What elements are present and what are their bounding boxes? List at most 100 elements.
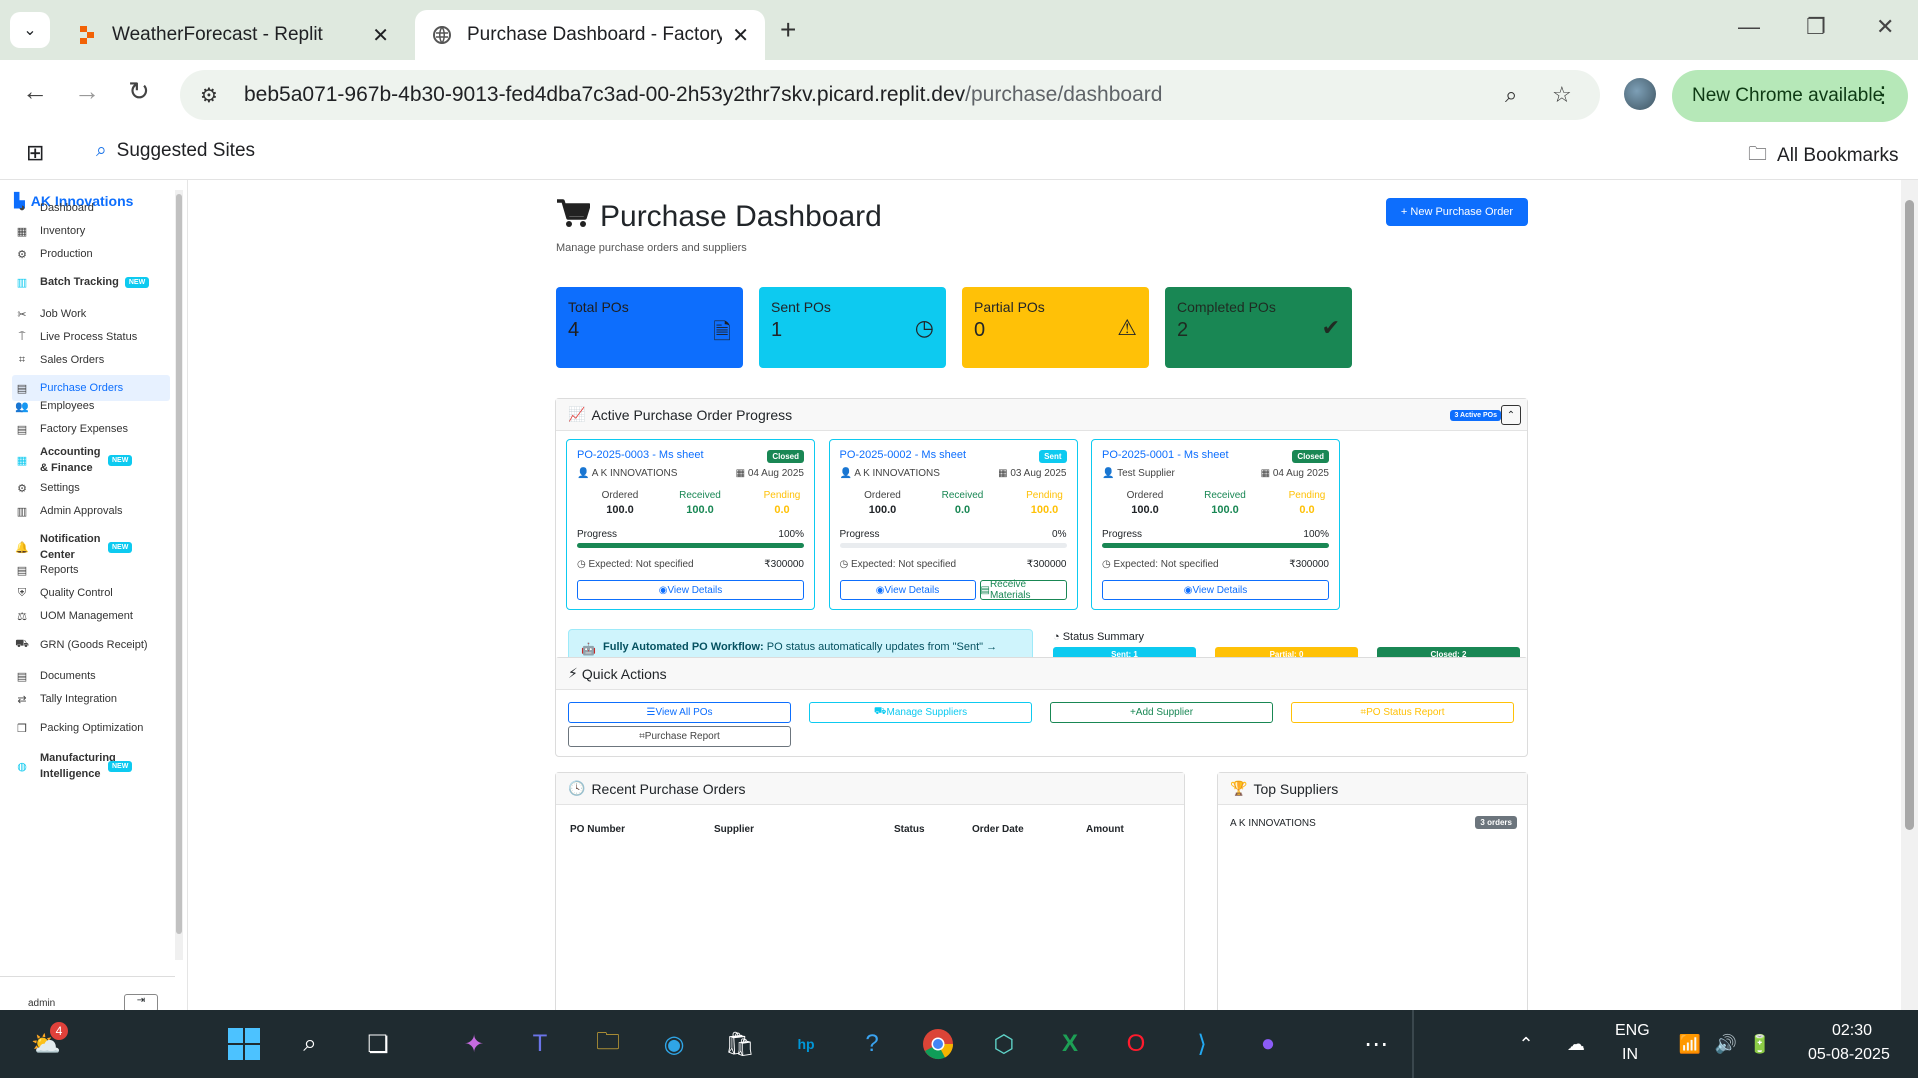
sidebar-item-dashboard[interactable]: ◕ Dashboard xyxy=(12,200,170,216)
sidebar-item-batch-tracking[interactable]: ▥ Batch Tracking NEW xyxy=(12,274,170,290)
sidebar-item-job-work[interactable]: ✂ Job Work xyxy=(12,306,170,322)
excel-icon[interactable]: X xyxy=(1050,1024,1090,1064)
teams-icon[interactable]: T xyxy=(520,1024,560,1064)
po-ordered-column: Ordered 100.0 xyxy=(585,490,655,516)
close-tab-icon[interactable]: ✕ xyxy=(732,23,749,48)
sidebar-item-live-process-status[interactable]: ⍑ Live Process Status xyxy=(12,329,170,345)
sidebar-item-reports[interactable]: ▤ Reports xyxy=(12,562,170,578)
collapse-button[interactable]: ⌃ xyxy=(1501,405,1521,425)
more-apps-icon[interactable]: ⋯ xyxy=(1356,1024,1396,1064)
reload-icon[interactable]: ↻ xyxy=(128,76,150,107)
table-header-order-date[interactable]: Order Date xyxy=(972,824,1024,835)
sidebar-scroll-thumb[interactable] xyxy=(176,194,182,934)
all-bookmarks-button[interactable]: 🗀 All Bookmarks xyxy=(1748,140,1898,172)
chrome-icon[interactable] xyxy=(918,1024,958,1064)
sidebar-item-label: Manufacturing Intelligence xyxy=(40,752,116,780)
sidebar-item-employees[interactable]: 👥 Employees xyxy=(12,398,170,414)
quick-action-purchase-report[interactable]: ⌗ Purchase Report xyxy=(568,726,791,747)
sidebar-item-sales-orders[interactable]: ⌗ Sales Orders xyxy=(12,352,170,368)
page-scroll-thumb[interactable] xyxy=(1905,200,1914,830)
stat-card-total-pos: Total POs 4 🗎 xyxy=(556,287,743,368)
new-tab-button[interactable]: + xyxy=(780,14,796,46)
table-header-po-number[interactable]: PO Number xyxy=(570,824,625,835)
restore-icon[interactable]: ❐ xyxy=(1806,14,1826,40)
bookmark-suggested-sites[interactable]: ⌕ Suggested Sites xyxy=(96,140,255,162)
sidebar-item-notification-center[interactable]: 🔔 Notification Center NEW xyxy=(12,531,170,563)
show-hidden-icons-icon[interactable]: ⌃ xyxy=(1506,1024,1546,1064)
start-icon[interactable] xyxy=(224,1024,264,1064)
quick-action-po-status-report[interactable]: ⌗ PO Status Report xyxy=(1291,702,1514,723)
receive-materials-button[interactable]: ▤ Receive Materials xyxy=(979,579,1067,601)
forward-icon[interactable]: → xyxy=(74,76,100,107)
site-info-icon[interactable]: ⚙ xyxy=(200,83,230,108)
po-title-link[interactable]: PO-2025-0002 - Ms sheet xyxy=(840,449,1067,461)
new-purchase-order-button[interactable]: + New Purchase Order xyxy=(1386,198,1528,226)
apps-grid-icon[interactable]: ⊞ xyxy=(26,140,44,166)
address-bar[interactable]: ⚙ beb5a071-967b-4b30-9013-fed4dba7c3ad-0… xyxy=(180,70,1600,120)
sidebar-item-inventory[interactable]: ▦ Inventory xyxy=(12,223,170,239)
sidebar-item-documents[interactable]: ▤ Documents xyxy=(12,668,170,684)
back-icon[interactable]: ← xyxy=(22,76,48,107)
view-details-button[interactable]: ◉ View Details xyxy=(839,580,976,600)
eye-icon: ◉ xyxy=(875,584,885,596)
panel-title: Recent Purchase Orders xyxy=(591,780,746,797)
sidebar-item-production[interactable]: ⚙ Production xyxy=(12,246,170,262)
sidebar-item-quality-control[interactable]: ⛨ Quality Control xyxy=(12,585,170,601)
task-view-icon[interactable]: ❏ xyxy=(358,1024,398,1064)
page-scrollbar[interactable] xyxy=(1901,180,1918,1010)
opera-icon[interactable]: O xyxy=(1116,1024,1156,1064)
bookmark-label: Suggested Sites xyxy=(116,140,256,161)
table-header-status[interactable]: Status xyxy=(894,824,925,835)
battery-icon[interactable]: 🔋 xyxy=(1740,1024,1780,1064)
store-icon[interactable]: 🛍 xyxy=(720,1024,760,1064)
close-window-icon[interactable]: ✕ xyxy=(1876,14,1894,40)
browser-tab-weatherforecast[interactable]: WeatherForecast - Replit ✕ xyxy=(60,10,405,60)
zoom-search-icon[interactable]: ⌕ xyxy=(1505,82,1517,108)
myhp-icon[interactable]: hp xyxy=(786,1024,826,1064)
sidebar-item-grn-goods-receipt[interactable]: ⛟ GRN (Goods Receipt) xyxy=(12,637,170,653)
clock-time[interactable]: 02:30 xyxy=(1832,1022,1872,1040)
search-icon[interactable]: ⌕ xyxy=(290,1024,330,1064)
help-icon[interactable]: ? xyxy=(852,1024,892,1064)
bookmark-star-icon[interactable]: ☆ xyxy=(1552,82,1572,108)
more-menu-icon[interactable]: ⋮ xyxy=(1872,82,1894,108)
table-header-amount[interactable]: Amount xyxy=(1086,824,1124,835)
sidebar-item-accounting-finance[interactable]: ▦ Accounting & Finance NEW xyxy=(12,444,170,476)
github-icon[interactable]: ● xyxy=(1248,1024,1288,1064)
receipt-icon: ▤ xyxy=(16,423,28,436)
view-details-button[interactable]: ◉ View Details xyxy=(1102,580,1329,600)
sidebar-item-manufacturing-intelligence[interactable]: ◍ Manufacturing Intelligence NEW xyxy=(12,750,170,782)
sidebar-item-tally-integration[interactable]: ⇄ Tally Integration xyxy=(12,691,170,707)
chrome-update-button[interactable]: New Chrome available ⋮ xyxy=(1672,70,1908,122)
sidebar-item-uom-management[interactable]: ⚖ UOM Management xyxy=(12,608,170,624)
logout-button[interactable]: ⇥ xyxy=(124,994,158,1010)
sidebar-item-packing-optimization[interactable]: ❒ Packing Optimization xyxy=(12,720,170,736)
close-tab-icon[interactable]: ✕ xyxy=(372,23,389,48)
sidebar-item-label: Live Process Status xyxy=(40,331,138,343)
view-details-button[interactable]: ◉ View Details xyxy=(577,580,804,600)
quick-action-manage-suppliers[interactable]: ⛟ Manage Suppliers xyxy=(809,702,1032,723)
quick-action-add-supplier[interactable]: + Add Supplier xyxy=(1050,702,1273,723)
sidebar-item-admin-approvals[interactable]: ▥ Admin Approvals xyxy=(12,503,170,519)
vscode-icon[interactable]: ⟩ xyxy=(1182,1024,1222,1064)
quick-action-view-all-pos[interactable]: ☰ View All POs xyxy=(568,702,791,723)
edge-icon[interactable]: ◉ xyxy=(654,1024,694,1064)
sidebar-item-settings[interactable]: ⚙ Settings xyxy=(12,480,170,496)
tab-search-button[interactable]: ⌄ xyxy=(10,12,50,48)
file-explorer-icon[interactable]: 🗀 xyxy=(588,1024,628,1064)
minimize-icon[interactable]: — xyxy=(1738,14,1760,40)
language-label[interactable]: ENG xyxy=(1615,1022,1650,1040)
browser-tab-purchase-dashboard[interactable]: Purchase Dashboard - Factory M ✕ xyxy=(415,10,765,60)
clock-date[interactable]: 05-08-2025 xyxy=(1808,1046,1890,1064)
table-header-supplier[interactable]: Supplier xyxy=(714,824,754,835)
profile-avatar[interactable] xyxy=(1624,78,1656,110)
quick-action-label: Purchase Report xyxy=(644,731,720,742)
copilot-icon[interactable]: ✦ xyxy=(454,1024,494,1064)
sidebar-scrollbar[interactable] xyxy=(175,190,183,960)
sidebar-item-factory-expenses[interactable]: ▤ Factory Expenses xyxy=(12,421,170,437)
taskbar-divider xyxy=(1412,1010,1414,1078)
wifi-icon[interactable]: 📶 xyxy=(1670,1024,1710,1064)
region-label[interactable]: IN xyxy=(1622,1046,1638,1064)
onedrive-icon[interactable]: ☁ xyxy=(1556,1024,1596,1064)
app-icon[interactable]: ⬡ xyxy=(984,1024,1024,1064)
